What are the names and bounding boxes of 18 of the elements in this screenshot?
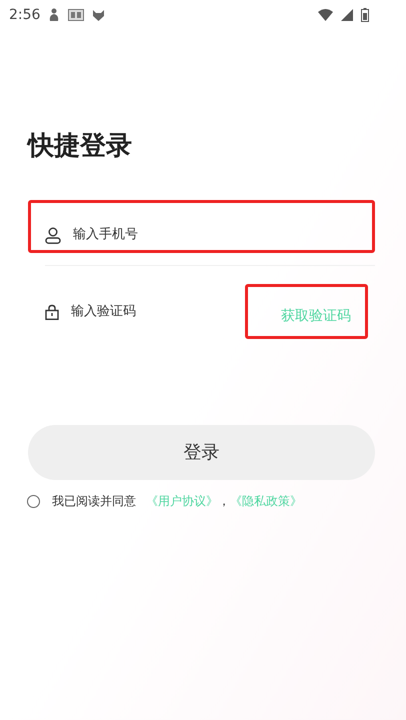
fox-icon	[92, 8, 106, 22]
agreement-checkbox[interactable]	[27, 494, 40, 508]
battery-icon	[361, 8, 369, 22]
comma-separator: ，	[218, 493, 230, 510]
login-button[interactable]: 登录	[28, 425, 375, 480]
phone-input-field[interactable]: 输入手机号	[73, 224, 375, 244]
user-icon	[45, 227, 61, 244]
code-input-field[interactable]: 输入验证码	[71, 302, 191, 322]
status-time: 2:56	[9, 6, 40, 24]
wifi-icon	[318, 9, 333, 21]
notification-icon	[48, 8, 60, 22]
agreement-text: 我已阅读并同意	[52, 493, 136, 510]
lock-icon	[45, 304, 59, 320]
agreement-link[interactable]: 《隐私政策》	[230, 492, 302, 510]
page-title: 快捷登录	[28, 130, 133, 163]
get-code-button[interactable]: 获取验证码	[245, 284, 368, 339]
agreement-link[interactable]: 《用户协议》	[146, 492, 218, 510]
signal-icon	[341, 9, 353, 21]
